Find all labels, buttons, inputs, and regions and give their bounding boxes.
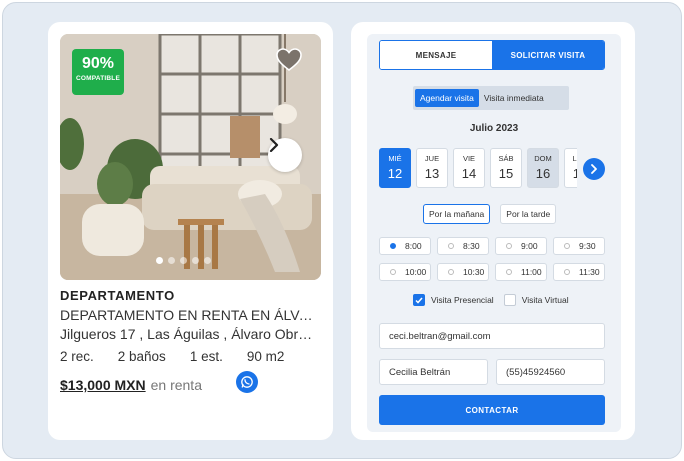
time-slot[interactable]: 11:30 (553, 263, 605, 281)
days-next-button[interactable] (583, 158, 605, 180)
day-picker: MIÉ 12 JUE 13 VIE 14 SÁB 15 DOM 16 LUN 1… (379, 148, 577, 188)
time-slot-grid: 8:00 8:30 9:00 9:30 10:00 10:30 11:00 11… (379, 237, 605, 281)
radio-icon (564, 269, 570, 275)
chevron-right-icon (591, 164, 597, 174)
tab-mensaje[interactable]: MENSAJE (380, 41, 492, 69)
visit-type-agendar[interactable]: Agendar visita (415, 89, 479, 107)
day-name: VIE (462, 154, 476, 163)
feature-bathrooms: 2 baños (117, 349, 166, 364)
chevron-right-icon (269, 138, 279, 152)
property-title[interactable]: DEPARTAMENTO EN RENTA EN ÁLVARO OBREGÓN (60, 307, 318, 323)
favorite-heart-icon[interactable] (276, 48, 302, 72)
email-field[interactable]: ceci.beltran@gmail.com (379, 323, 605, 349)
day-number: 14 (461, 166, 477, 181)
time-label: 8:00 (405, 241, 422, 251)
time-label: 10:00 (405, 267, 427, 277)
contact-button[interactable]: CONTACTAR (379, 395, 605, 425)
day-name: JUE (424, 154, 440, 163)
radio-icon (448, 243, 454, 249)
check-presencial[interactable]: Visita Presencial (413, 294, 494, 306)
calendar-month: Julio 2023 (469, 123, 519, 134)
checkbox-unchecked[interactable] (503, 294, 516, 306)
time-slot[interactable]: 10:00 (379, 263, 431, 281)
visit-type-inmediata[interactable]: Visita inmediata (479, 89, 549, 107)
check-virtual-label: Visita Virtual (521, 295, 569, 305)
name-field[interactable]: Cecilia Beltrán (379, 359, 488, 385)
carousel-dot[interactable] (168, 257, 175, 264)
feature-area: 90 m2 (246, 349, 285, 364)
time-slot[interactable]: 11:00 (495, 263, 547, 281)
time-slot[interactable]: 8:30 (437, 237, 489, 255)
radio-icon (564, 243, 570, 249)
tab-solicitar-visita[interactable]: SOLICITAR VISITA (492, 41, 604, 69)
property-address: Jilgueros 17 , Las Águilas , Álvaro Obre… (60, 326, 318, 342)
photo-next-button[interactable] (268, 138, 302, 172)
time-label: 11:30 (579, 267, 600, 277)
check-virtual[interactable]: Visita Virtual (503, 294, 569, 306)
day-number: 17 (572, 166, 577, 181)
carousel-dot[interactable] (156, 257, 163, 264)
day-name: DOM (534, 154, 552, 163)
radio-selected-icon (390, 243, 396, 249)
day-name: MIÉ (388, 154, 402, 163)
property-price[interactable]: $13,000 MXN (60, 377, 146, 393)
time-slot[interactable]: 8:00 (379, 237, 431, 255)
time-label: 9:30 (579, 241, 596, 251)
day-option[interactable]: JUE 13 (416, 148, 448, 188)
check-presencial-label: Visita Presencial (431, 295, 494, 305)
carousel-dot[interactable] (204, 257, 211, 264)
price-suffix: en renta (150, 377, 202, 393)
time-label: 10:30 (463, 267, 485, 277)
time-slot[interactable]: 9:00 (495, 237, 547, 255)
contact-card: MENSAJE SOLICITAR VISITA Agendar visita … (351, 22, 635, 440)
property-features: 2 rec. 2 baños 1 est. 90 m2 (60, 349, 308, 364)
day-option[interactable]: DOM 16 (527, 148, 559, 188)
compatibility-badge: 90% COMPATIBLE (72, 49, 124, 95)
day-name: SÁB (498, 154, 514, 163)
radio-icon (390, 269, 396, 275)
day-number: 16 (535, 166, 551, 181)
price-row: $13,000 MXN en renta (60, 377, 202, 393)
period-picker: Por la mañana Por la tarde (423, 204, 557, 224)
day-option[interactable]: SÁB 15 (490, 148, 522, 188)
visit-mode-checks: Visita Presencial Visita Virtual (413, 294, 579, 306)
feature-bedrooms: 2 rec. (60, 349, 94, 364)
day-name: LUN (572, 154, 577, 163)
time-slot[interactable]: 9:30 (553, 237, 605, 255)
checkmark-icon (415, 297, 423, 304)
carousel-dot[interactable] (180, 257, 187, 264)
time-label: 8:30 (463, 241, 480, 251)
radio-icon (506, 269, 512, 275)
whatsapp-icon (241, 376, 253, 388)
time-label: 11:00 (521, 267, 542, 277)
radio-icon (506, 243, 512, 249)
period-morning[interactable]: Por la mañana (423, 204, 491, 224)
period-afternoon[interactable]: Por la tarde (500, 204, 557, 224)
radio-icon (448, 269, 454, 275)
feature-parking: 1 est. (189, 349, 223, 364)
day-number: 13 (424, 166, 440, 181)
visit-type-toggle: Agendar visita Visita inmediata (413, 86, 569, 110)
time-slot[interactable]: 10:30 (437, 263, 489, 281)
compatibility-label: COMPATIBLE (75, 75, 120, 82)
time-label: 9:00 (521, 241, 538, 251)
checkbox-checked[interactable] (413, 294, 425, 306)
property-photo[interactable]: 90% COMPATIBLE (60, 34, 321, 280)
day-option[interactable]: MIÉ 12 (379, 148, 411, 188)
whatsapp-button[interactable] (236, 371, 258, 393)
property-card[interactable]: 90% COMPATIBLE DEPARTAMENTO DEPARTAMENTO… (48, 22, 333, 440)
day-number: 12 (387, 166, 403, 181)
visit-form-panel: MENSAJE SOLICITAR VISITA Agendar visita … (367, 34, 621, 432)
day-option[interactable]: LUN 17 (564, 148, 577, 188)
compatibility-percent: 90% (81, 55, 115, 72)
property-type: DEPARTAMENTO (60, 288, 175, 303)
day-option[interactable]: VIE 14 (453, 148, 485, 188)
phone-field[interactable]: (55)45924560 (496, 359, 605, 385)
carousel-dot[interactable] (192, 257, 199, 264)
form-tabs: MENSAJE SOLICITAR VISITA (379, 40, 605, 70)
carousel-dots (156, 257, 211, 264)
day-number: 15 (498, 166, 514, 181)
